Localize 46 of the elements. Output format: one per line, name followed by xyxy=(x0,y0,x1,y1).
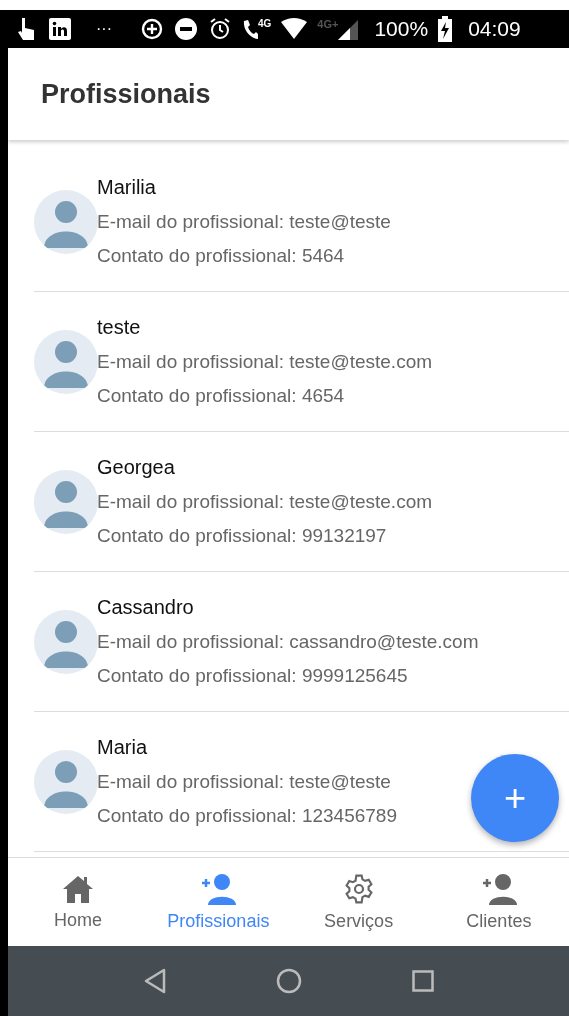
wifi-icon xyxy=(281,18,308,40)
nav-tab[interactable]: Clientes xyxy=(428,858,569,946)
nav-tab[interactable]: Home xyxy=(8,858,149,946)
professional-contact: Contato do profissional: 99132197 xyxy=(97,525,388,547)
person-add-icon xyxy=(200,872,237,905)
battery-charging-icon xyxy=(438,16,453,42)
phone-icon xyxy=(242,18,258,40)
nav-tab[interactable]: Profissionais xyxy=(148,858,289,946)
professional-name: Marilia xyxy=(97,176,157,199)
professional-contact: Contato do profissional: 4654 xyxy=(97,385,346,407)
avatar-icon xyxy=(34,469,98,534)
network-type-label: 4G+ xyxy=(317,18,339,30)
page-title: Profissionais xyxy=(41,78,211,110)
settings-icon xyxy=(342,872,375,905)
avatar-icon xyxy=(34,749,98,814)
home-icon xyxy=(62,873,95,904)
signal-icon xyxy=(338,18,359,40)
professional-email: E-mail do profissional: teste@teste.com xyxy=(97,491,433,513)
professional-email: E-mail do profissional: teste@teste xyxy=(97,211,391,233)
nav-tab[interactable]: Serviços xyxy=(288,858,429,946)
linkedin-icon xyxy=(48,17,72,41)
professional-name: teste xyxy=(97,316,142,339)
person-add-icon xyxy=(480,872,517,905)
data-saver-icon xyxy=(140,17,164,41)
home-button-icon[interactable] xyxy=(276,968,303,994)
professional-contact: Contato do profissional: 123456789 xyxy=(97,805,397,827)
battery-percentage: 100% xyxy=(374,17,429,41)
professional-email: E-mail do profissional: teste@teste.com xyxy=(97,351,433,373)
professional-email: E-mail do profissional: cassandro@teste.com xyxy=(97,631,479,653)
clock-time: 04:09 xyxy=(468,17,521,41)
overflow-dots: ··· xyxy=(96,20,112,38)
recents-icon[interactable] xyxy=(412,970,435,992)
professional-email: E-mail do profissional: teste@teste xyxy=(97,771,392,793)
professional-name: Cassandro xyxy=(97,596,195,619)
avatar-icon xyxy=(34,189,98,254)
professional-name: Maria xyxy=(97,736,148,759)
professional-name: Georgea xyxy=(97,456,176,479)
avatar-icon xyxy=(34,329,98,394)
professional-contact: Contato do profissional: 5464 xyxy=(97,245,346,267)
back-icon[interactable] xyxy=(142,968,167,994)
avatar-icon xyxy=(34,609,98,674)
professional-contact: Contato do profissional: 9999125645 xyxy=(97,665,409,687)
do-not-disturb-icon xyxy=(174,17,198,41)
add-button[interactable]: + xyxy=(471,754,559,842)
alarm-icon xyxy=(208,17,232,41)
call-network-label: 4G xyxy=(258,18,272,29)
